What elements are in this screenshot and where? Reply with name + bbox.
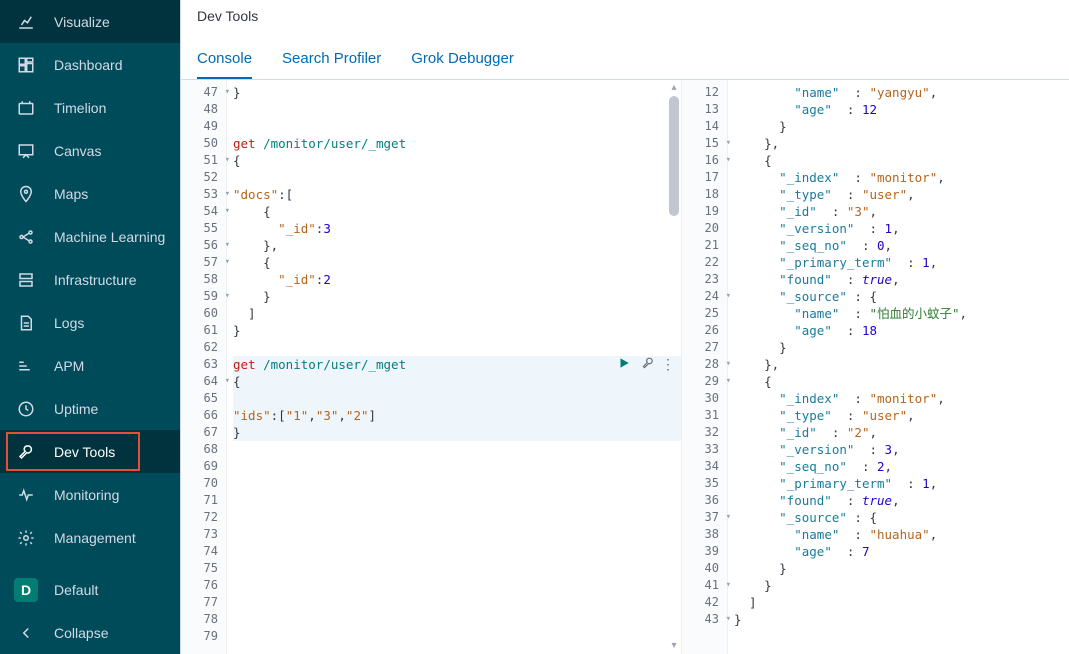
sidebar-item-infrastructure[interactable]: Infrastructure [0, 258, 180, 301]
management-icon [14, 526, 38, 550]
sidebar-item-label: Machine Learning [54, 229, 165, 245]
canvas-icon [14, 139, 38, 163]
response-code: "name" : "yangyu", "age" : 12 } }, { "_i… [728, 80, 1069, 654]
sidebar-item-label: Infrastructure [54, 272, 136, 288]
space-badge: D [14, 578, 38, 602]
uptime-icon [14, 397, 38, 421]
sidebar-item-default-space[interactable]: D Default [0, 568, 180, 611]
sidebar-item-label: Visualize [54, 14, 110, 30]
maps-icon [14, 182, 38, 206]
run-request-button[interactable] [617, 356, 631, 373]
sidebar-item-label: Canvas [54, 143, 101, 159]
sidebar-item-label: Dev Tools [54, 444, 115, 460]
sidebar-item-label: APM [54, 358, 84, 374]
sidebar-item-label: Collapse [54, 625, 108, 641]
request-code[interactable]: }get /monitor/user/_mget{"docs":[ { "_id… [227, 80, 681, 654]
sidebar-item-label: Monitoring [54, 487, 119, 503]
sidebar-collapse[interactable]: Collapse [0, 611, 180, 654]
line-gutter: 1213141516171819202122232425262728293031… [682, 80, 728, 654]
request-options-button[interactable] [641, 356, 655, 373]
monitoring-icon [14, 483, 38, 507]
response-viewer: 1213141516171819202122232425262728293031… [681, 80, 1069, 654]
sidebar-item-monitoring[interactable]: Monitoring [0, 473, 180, 516]
dashboard-icon [14, 53, 38, 77]
scroll-down-icon[interactable]: ▾ [669, 640, 679, 652]
sidebar-item-label: Dashboard [54, 57, 123, 73]
sidebar-item-dashboard[interactable]: Dashboard [0, 43, 180, 86]
sidebar-item-label: Management [54, 530, 136, 546]
tab-grok-debugger[interactable]: Grok Debugger [411, 40, 514, 79]
visualize-icon [14, 10, 38, 34]
ml-icon [14, 225, 38, 249]
tab-console[interactable]: Console [197, 40, 252, 79]
request-editor[interactable]: 4748495051525354555657585960616263646566… [181, 80, 681, 654]
sidebar-item-management[interactable]: Management [0, 516, 180, 559]
tabs: Console Search Profiler Grok Debugger [181, 36, 1069, 80]
line-gutter: 4748495051525354555657585960616263646566… [181, 80, 227, 654]
sidebar-item-apm[interactable]: APM [0, 344, 180, 387]
sidebar-item-visualize[interactable]: Visualize [0, 0, 180, 43]
sidebar-item-uptime[interactable]: Uptime [0, 387, 180, 430]
timelion-icon [14, 96, 38, 120]
sidebar-item-ml[interactable]: Machine Learning [0, 215, 180, 258]
sidebar-item-label: Default [54, 582, 98, 598]
editor-scrollbar[interactable]: ▴ ▾ [667, 80, 681, 654]
sidebar-item-label: Uptime [54, 401, 98, 417]
sidebar-item-label: Maps [54, 186, 88, 202]
logs-icon [14, 311, 38, 335]
page-title: Dev Tools [181, 0, 1069, 36]
sidebar-item-timelion[interactable]: Timelion [0, 86, 180, 129]
scroll-thumb[interactable] [669, 96, 679, 216]
sidebar-item-label: Timelion [54, 100, 106, 116]
infra-icon [14, 268, 38, 292]
sidebar-item-logs[interactable]: Logs [0, 301, 180, 344]
sidebar-item-devtools[interactable]: Dev Tools [0, 430, 180, 473]
collapse-icon [14, 621, 38, 645]
scroll-up-icon[interactable]: ▴ [669, 82, 679, 94]
sidebar-item-maps[interactable]: Maps [0, 172, 180, 215]
sidebar-item-label: Logs [54, 315, 84, 331]
sidebar-item-canvas[interactable]: Canvas [0, 129, 180, 172]
main: Dev Tools Console Search Profiler Grok D… [180, 0, 1069, 654]
sidebar: Visualize Dashboard Timelion Canvas Maps… [0, 0, 180, 654]
apm-icon [14, 354, 38, 378]
devtools-icon [14, 440, 38, 464]
tab-search-profiler[interactable]: Search Profiler [282, 40, 381, 79]
